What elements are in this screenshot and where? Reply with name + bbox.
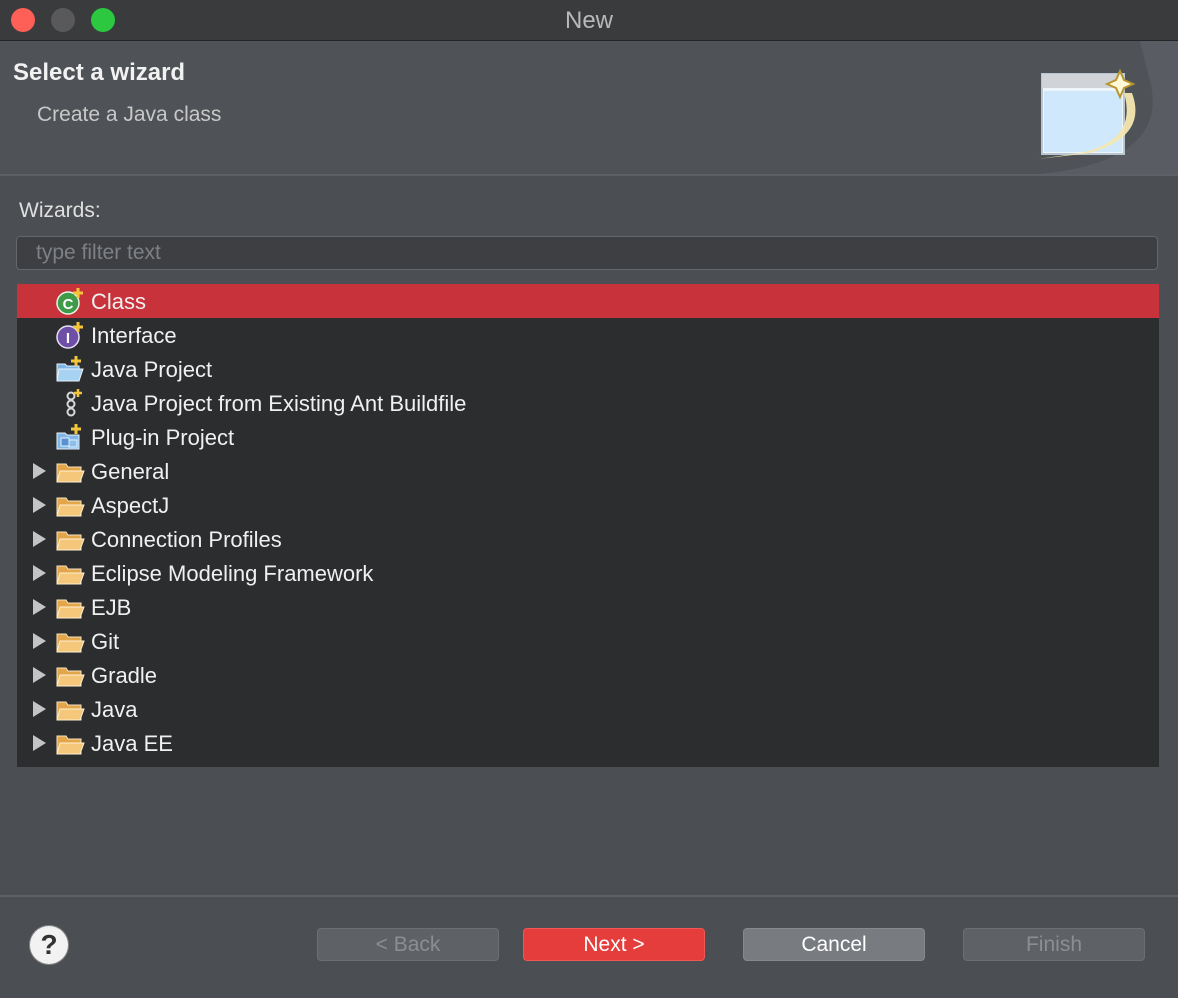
folder-icon (56, 667, 85, 687)
tree-item-label: EJB (91, 595, 132, 620)
folder-icon (56, 735, 85, 755)
wizard-header: Select a wizard Create a Java class (0, 41, 1178, 176)
wizards-label: Wizards: (19, 199, 101, 222)
expand-arrow-icon[interactable] (33, 701, 46, 717)
tree-item-label: Java (91, 697, 138, 722)
tree-folder-aspectj[interactable]: AspectJ (17, 488, 1159, 522)
tree-item-java-project[interactable]: Java Project (17, 352, 1159, 386)
expand-arrow-icon[interactable] (33, 599, 46, 615)
tree-folder-git[interactable]: Git (17, 624, 1159, 658)
tree-folder-gradle[interactable]: Gradle (17, 658, 1159, 692)
window-title: New (564, 7, 613, 34)
java-class-icon: C (56, 288, 83, 315)
tree-item-label: Connection Profiles (91, 527, 282, 552)
tree-item-label: Java Project from Existing Ant Buildfile (91, 391, 467, 416)
java-project-icon (56, 356, 84, 382)
page-title: Select a wizard (13, 59, 186, 86)
tree-item-plugin-project[interactable]: Plug-in Project (17, 420, 1159, 454)
java-interface-icon: I (56, 322, 83, 349)
tree-folder-java[interactable]: Java (17, 692, 1159, 726)
tree-folder-connection-profiles[interactable]: Connection Profiles (17, 522, 1159, 556)
folder-icon (56, 565, 85, 585)
new-wizard-banner-icon (1038, 41, 1178, 174)
tree-item-label: Git (91, 629, 120, 654)
folder-icon (56, 531, 85, 551)
plugin-project-icon (56, 424, 81, 450)
next-button[interactable]: Next > (523, 928, 705, 961)
tree-item-label: Interface (91, 323, 177, 348)
svg-text:C: C (63, 296, 74, 313)
tree-item-label: Eclipse Modeling Framework (91, 561, 374, 586)
expand-arrow-icon[interactable] (33, 497, 46, 513)
tree-item-java-project-ant[interactable]: Java Project from Existing Ant Buildfile (17, 386, 1159, 420)
tree-item-label: Java Project (91, 357, 213, 382)
expand-arrow-icon[interactable] (33, 565, 46, 581)
tree-item-label: Class (91, 289, 147, 314)
tree-item-label: AspectJ (91, 493, 170, 518)
finish-button[interactable]: Finish (963, 928, 1145, 961)
expand-arrow-icon[interactable] (33, 735, 46, 751)
tree-folder-ejb[interactable]: EJB (17, 590, 1159, 624)
wizard-filter-input[interactable] (16, 236, 1158, 270)
tree-folder-eclipse-modeling-framework[interactable]: Eclipse Modeling Framework (17, 556, 1159, 590)
tree-item-label: Java EE (91, 731, 173, 756)
expand-arrow-icon[interactable] (33, 633, 46, 649)
ant-buildfile-icon (66, 389, 82, 417)
folder-icon (56, 463, 85, 483)
tree-item-label: Gradle (91, 663, 158, 688)
page-subtitle: Create a Java class (37, 103, 222, 126)
expand-arrow-icon[interactable] (33, 531, 46, 547)
folder-icon (56, 497, 85, 517)
cancel-button[interactable]: Cancel (743, 928, 925, 961)
wizard-tree[interactable]: C Class I Interface Java Project Java Pr… (17, 284, 1159, 767)
tree-folder-general[interactable]: General (17, 454, 1159, 488)
tree-item-interface[interactable]: I Interface (17, 318, 1159, 352)
tree-item-class[interactable]: C Class (17, 284, 1159, 318)
svg-text:I: I (66, 330, 70, 347)
back-button[interactable]: < Back (317, 928, 499, 961)
tree-item-label: Plug-in Project (91, 425, 235, 450)
tree-folder-java-ee[interactable]: Java EE (17, 726, 1159, 760)
title-bar: New (0, 0, 1178, 41)
folder-icon (56, 701, 85, 721)
expand-arrow-icon[interactable] (33, 463, 46, 479)
expand-arrow-icon[interactable] (33, 667, 46, 683)
folder-icon (56, 633, 85, 653)
help-icon[interactable]: ? (30, 926, 68, 964)
tree-item-label: General (91, 459, 170, 484)
footer-divider (0, 895, 1178, 897)
folder-icon (56, 599, 85, 619)
